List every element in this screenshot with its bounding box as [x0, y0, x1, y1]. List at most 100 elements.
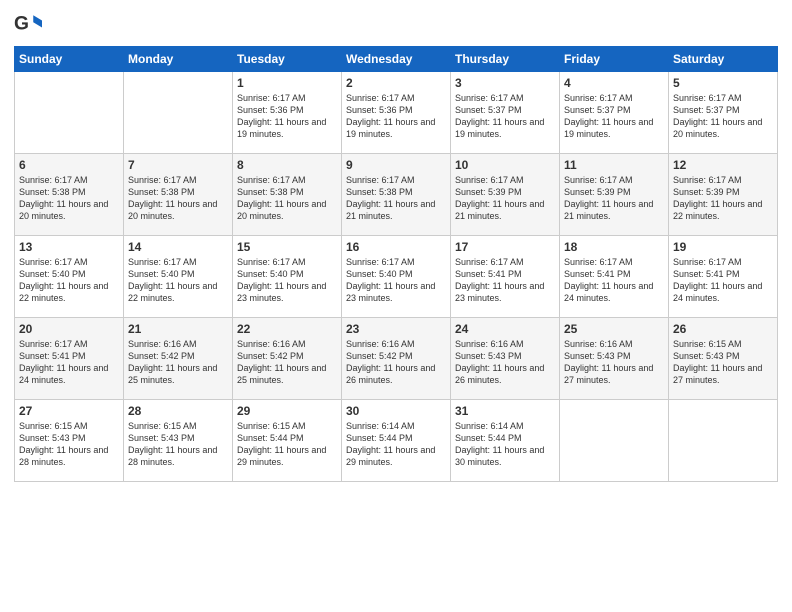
- calendar-cell: 18 Sunrise: 6:17 AM Sunset: 5:41 PM Dayli…: [560, 236, 669, 318]
- calendar-cell: 7 Sunrise: 6:17 AM Sunset: 5:38 PM Daylig…: [124, 154, 233, 236]
- day-number: 31: [455, 404, 555, 418]
- day-number: 19: [673, 240, 773, 254]
- calendar-cell: 13Sunrise: 6:17 AM Sunset: 5:40 PM Dayli…: [15, 236, 124, 318]
- calendar-cell: 15 Sunrise: 6:17 AM Sunset: 5:40 PM Dayli…: [233, 236, 342, 318]
- cell-info: Sunrise: 6:17 AM Sunset: 5:38 PM Dayligh…: [19, 174, 119, 223]
- calendar-cell: 1Sunrise: 6:17 AM Sunset: 5:36 PM Daylig…: [233, 72, 342, 154]
- calendar-cell: 16 Sunrise: 6:17 AM Sunset: 5:40 PM Dayli…: [342, 236, 451, 318]
- cell-info: Sunrise: 6:15 AM Sunset: 5:43 PM Dayligh…: [19, 420, 119, 469]
- day-number: 23: [346, 322, 446, 336]
- calendar-cell: 3Sunrise: 6:17 AM Sunset: 5:37 PM Daylig…: [451, 72, 560, 154]
- cell-info: Sunrise: 6:17 AM Sunset: 5:37 PM Dayligh…: [673, 92, 773, 141]
- day-number: 11: [564, 158, 664, 172]
- day-number: 4: [564, 76, 664, 90]
- calendar-cell: 4 Sunrise: 6:17 AM Sunset: 5:37 PM Daylig…: [560, 72, 669, 154]
- calendar-cell: 11 Sunrise: 6:17 AM Sunset: 5:39 PM Dayli…: [560, 154, 669, 236]
- calendar-cell: 14 Sunrise: 6:17 AM Sunset: 5:40 PM Dayli…: [124, 236, 233, 318]
- calendar-cell: [560, 400, 669, 482]
- calendar-body: 1Sunrise: 6:17 AM Sunset: 5:36 PM Daylig…: [15, 72, 778, 482]
- calendar-cell: 24 Sunrise: 6:16 AM Sunset: 5:43 PM Dayli…: [451, 318, 560, 400]
- day-number: 12: [673, 158, 773, 172]
- cell-info: Sunrise: 6:15 AM Sunset: 5:43 PM Dayligh…: [128, 420, 228, 469]
- day-number: 16: [346, 240, 446, 254]
- cell-info: Sunrise: 6:14 AM Sunset: 5:44 PM Dayligh…: [455, 420, 555, 469]
- logo-icon: G: [14, 10, 42, 38]
- cell-info: Sunrise: 6:16 AM Sunset: 5:42 PM Dayligh…: [128, 338, 228, 387]
- cell-info: Sunrise: 6:17 AM Sunset: 5:41 PM Dayligh…: [455, 256, 555, 305]
- day-number: 6: [19, 158, 119, 172]
- calendar-cell: 25Sunrise: 6:16 AM Sunset: 5:43 PM Dayli…: [560, 318, 669, 400]
- cell-info: Sunrise: 6:17 AM Sunset: 5:39 PM Dayligh…: [673, 174, 773, 223]
- calendar-cell: 30 Sunrise: 6:14 AM Sunset: 5:44 PM Dayli…: [342, 400, 451, 482]
- week-row-0: 1Sunrise: 6:17 AM Sunset: 5:36 PM Daylig…: [15, 72, 778, 154]
- day-number: 7: [128, 158, 228, 172]
- cell-info: Sunrise: 6:17 AM Sunset: 5:39 PM Dayligh…: [455, 174, 555, 223]
- day-number: 8: [237, 158, 337, 172]
- cell-info: Sunrise: 6:17 AM Sunset: 5:36 PM Dayligh…: [237, 92, 337, 141]
- cell-info: Sunrise: 6:17 AM Sunset: 5:38 PM Dayligh…: [237, 174, 337, 223]
- day-number: 29: [237, 404, 337, 418]
- cell-info: Sunrise: 6:16 AM Sunset: 5:42 PM Dayligh…: [237, 338, 337, 387]
- cell-info: Sunrise: 6:16 AM Sunset: 5:43 PM Dayligh…: [455, 338, 555, 387]
- day-header-thursday: Thursday: [451, 47, 560, 72]
- calendar-cell: 8 Sunrise: 6:17 AM Sunset: 5:38 PM Daylig…: [233, 154, 342, 236]
- cell-info: Sunrise: 6:16 AM Sunset: 5:42 PM Dayligh…: [346, 338, 446, 387]
- cell-info: Sunrise: 6:17 AM Sunset: 5:39 PM Dayligh…: [564, 174, 664, 223]
- cell-info: Sunrise: 6:17 AM Sunset: 5:37 PM Dayligh…: [455, 92, 555, 141]
- cell-info: Sunrise: 6:17 AM Sunset: 5:38 PM Dayligh…: [128, 174, 228, 223]
- cell-info: Sunrise: 6:17 AM Sunset: 5:40 PM Dayligh…: [237, 256, 337, 305]
- cell-info: Sunrise: 6:14 AM Sunset: 5:44 PM Dayligh…: [346, 420, 446, 469]
- calendar-cell: 5Sunrise: 6:17 AM Sunset: 5:37 PM Daylig…: [669, 72, 778, 154]
- calendar-table: SundayMondayTuesdayWednesdayThursdayFrid…: [14, 46, 778, 482]
- svg-text:G: G: [14, 13, 29, 34]
- day-number: 27: [19, 404, 119, 418]
- calendar-cell: 17 Sunrise: 6:17 AM Sunset: 5:41 PM Dayli…: [451, 236, 560, 318]
- page: G SundayMondayTuesdayWednesdayThursdayFr…: [0, 0, 792, 612]
- day-number: 10: [455, 158, 555, 172]
- cell-info: Sunrise: 6:15 AM Sunset: 5:43 PM Dayligh…: [673, 338, 773, 387]
- day-number: 18: [564, 240, 664, 254]
- calendar-cell: 9 Sunrise: 6:17 AM Sunset: 5:38 PM Daylig…: [342, 154, 451, 236]
- logo: G: [14, 10, 44, 38]
- day-header-monday: Monday: [124, 47, 233, 72]
- day-number: 17: [455, 240, 555, 254]
- calendar-cell: 29 Sunrise: 6:15 AM Sunset: 5:44 PM Dayli…: [233, 400, 342, 482]
- header: G: [14, 10, 778, 38]
- day-number: 9: [346, 158, 446, 172]
- day-number: 30: [346, 404, 446, 418]
- day-number: 21: [128, 322, 228, 336]
- cell-info: Sunrise: 6:17 AM Sunset: 5:40 PM Dayligh…: [346, 256, 446, 305]
- cell-info: Sunrise: 6:17 AM Sunset: 5:41 PM Dayligh…: [19, 338, 119, 387]
- cell-info: Sunrise: 6:17 AM Sunset: 5:37 PM Dayligh…: [564, 92, 664, 141]
- day-number: 2: [346, 76, 446, 90]
- cell-info: Sunrise: 6:17 AM Sunset: 5:40 PM Dayligh…: [128, 256, 228, 305]
- cell-info: Sunrise: 6:17 AM Sunset: 5:40 PM Dayligh…: [19, 256, 119, 305]
- cell-info: Sunrise: 6:17 AM Sunset: 5:38 PM Dayligh…: [346, 174, 446, 223]
- day-number: 24: [455, 322, 555, 336]
- calendar-cell: 27 Sunrise: 6:15 AM Sunset: 5:43 PM Dayli…: [15, 400, 124, 482]
- day-number: 15: [237, 240, 337, 254]
- calendar-cell: 6 Sunrise: 6:17 AM Sunset: 5:38 PM Daylig…: [15, 154, 124, 236]
- day-header-friday: Friday: [560, 47, 669, 72]
- calendar-cell: [669, 400, 778, 482]
- day-number: 14: [128, 240, 228, 254]
- calendar-cell: 28Sunrise: 6:15 AM Sunset: 5:43 PM Dayli…: [124, 400, 233, 482]
- day-number: 22: [237, 322, 337, 336]
- calendar-cell: 12 Sunrise: 6:17 AM Sunset: 5:39 PM Dayli…: [669, 154, 778, 236]
- calendar-cell: 26Sunrise: 6:15 AM Sunset: 5:43 PM Dayli…: [669, 318, 778, 400]
- calendar-cell: 23 Sunrise: 6:16 AM Sunset: 5:42 PM Dayli…: [342, 318, 451, 400]
- cell-info: Sunrise: 6:17 AM Sunset: 5:41 PM Dayligh…: [673, 256, 773, 305]
- calendar-cell: [15, 72, 124, 154]
- week-row-1: 6 Sunrise: 6:17 AM Sunset: 5:38 PM Daylig…: [15, 154, 778, 236]
- day-header-sunday: Sunday: [15, 47, 124, 72]
- week-row-4: 27 Sunrise: 6:15 AM Sunset: 5:43 PM Dayli…: [15, 400, 778, 482]
- cell-info: Sunrise: 6:17 AM Sunset: 5:41 PM Dayligh…: [564, 256, 664, 305]
- week-row-2: 13Sunrise: 6:17 AM Sunset: 5:40 PM Dayli…: [15, 236, 778, 318]
- day-header-saturday: Saturday: [669, 47, 778, 72]
- calendar-cell: 20 Sunrise: 6:17 AM Sunset: 5:41 PM Dayli…: [15, 318, 124, 400]
- day-number: 25: [564, 322, 664, 336]
- calendar-cell: 22 Sunrise: 6:16 AM Sunset: 5:42 PM Dayli…: [233, 318, 342, 400]
- day-number: 20: [19, 322, 119, 336]
- calendar-cell: 2Sunrise: 6:17 AM Sunset: 5:36 PM Daylig…: [342, 72, 451, 154]
- cell-info: Sunrise: 6:15 AM Sunset: 5:44 PM Dayligh…: [237, 420, 337, 469]
